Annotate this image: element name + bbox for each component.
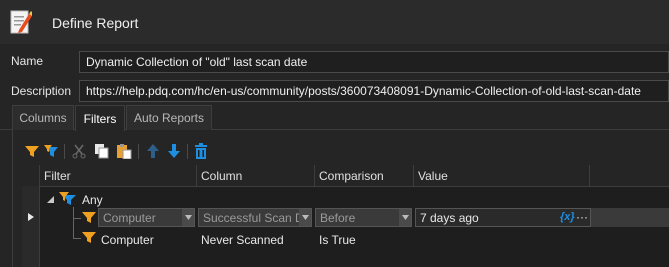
toolbar-separator	[64, 144, 65, 159]
column-header-value-label: Value	[418, 168, 448, 183]
move-down-icon[interactable]	[166, 143, 182, 159]
filter-column-select[interactable]: Successful Scan Date	[198, 208, 312, 227]
column-header-value[interactable]: Value	[414, 165, 590, 187]
row-selector-column	[22, 186, 40, 267]
description-label: Description	[11, 84, 72, 98]
tab-auto-reports[interactable]: Auto Reports	[126, 105, 212, 130]
name-field-value: Dynamic Collection of "old" last scan da…	[86, 55, 308, 69]
column-header-column[interactable]: Column	[197, 165, 315, 187]
toolbar-separator	[187, 144, 188, 159]
copy-icon[interactable]	[94, 143, 110, 159]
tab-filters-label: Filters	[83, 111, 117, 126]
expand-collapse-icon[interactable]	[46, 195, 55, 204]
filter-column-cell[interactable]: Never Scanned	[201, 233, 284, 247]
tab-strip: Columns Filters Auto Reports	[0, 105, 669, 131]
name-label: Name	[11, 54, 44, 68]
filter-column-value: Successful Scan Date	[203, 210, 312, 225]
filter-comparison-select[interactable]: Before	[315, 208, 412, 227]
chevron-down-icon	[182, 209, 194, 226]
filter-table-cell[interactable]: Computer	[101, 233, 154, 247]
description-field-value: https://help.pdq.com/hc/en-us/community/…	[86, 84, 641, 98]
column-header-filter[interactable]: Filter	[40, 165, 197, 187]
delete-icon[interactable]	[193, 143, 209, 159]
column-header-comparison-label: Comparison	[319, 168, 384, 183]
tree-line	[73, 238, 81, 239]
tab-columns-label: Columns	[19, 111, 67, 125]
name-field[interactable]: Dynamic Collection of "old" last scan da…	[79, 51, 669, 73]
column-header-filter-label: Filter	[44, 168, 71, 183]
tree-line	[73, 207, 74, 239]
move-up-icon[interactable]	[145, 143, 161, 159]
add-filter-icon[interactable]	[24, 143, 40, 159]
description-field[interactable]: https://help.pdq.com/hc/en-us/community/…	[79, 80, 669, 102]
chevron-down-icon	[299, 209, 311, 226]
paste-icon[interactable]	[116, 143, 132, 159]
filter-icon	[82, 232, 96, 243]
add-filter-group-icon[interactable]	[43, 143, 59, 159]
filter-group-icon	[59, 192, 76, 205]
tab-columns[interactable]: Columns	[12, 105, 74, 130]
toolbar-separator	[138, 144, 139, 159]
window-title: Define Report	[52, 15, 139, 31]
filter-table-value: Computer	[103, 210, 156, 225]
expression-variable-button[interactable]: {x}	[560, 211, 575, 223]
title-bar: Define Report	[0, 0, 669, 44]
filter-group-label[interactable]: Any	[82, 193, 103, 207]
chevron-down-icon	[399, 209, 411, 226]
current-row-indicator-icon	[28, 213, 34, 221]
filter-table-select[interactable]: Computer	[98, 208, 195, 227]
report-edit-icon	[10, 10, 32, 34]
tab-auto-reports-label: Auto Reports	[133, 111, 205, 125]
cut-icon[interactable]	[71, 143, 87, 159]
column-header-comparison[interactable]: Comparison	[315, 165, 414, 187]
row-selection-highlight	[591, 208, 669, 227]
tab-filters[interactable]: Filters	[75, 105, 125, 131]
ellipsis-button[interactable]: ···	[576, 210, 588, 224]
column-header-column-label: Column	[201, 168, 243, 183]
filter-comparison-cell[interactable]: Is True	[319, 233, 356, 247]
column-header-filler	[590, 165, 669, 187]
filter-icon	[82, 212, 96, 223]
tree-line	[73, 218, 81, 219]
filter-value-text: 7 days ago	[420, 210, 479, 225]
grid-corner	[22, 165, 40, 187]
filter-comparison-value: Before	[320, 210, 356, 225]
